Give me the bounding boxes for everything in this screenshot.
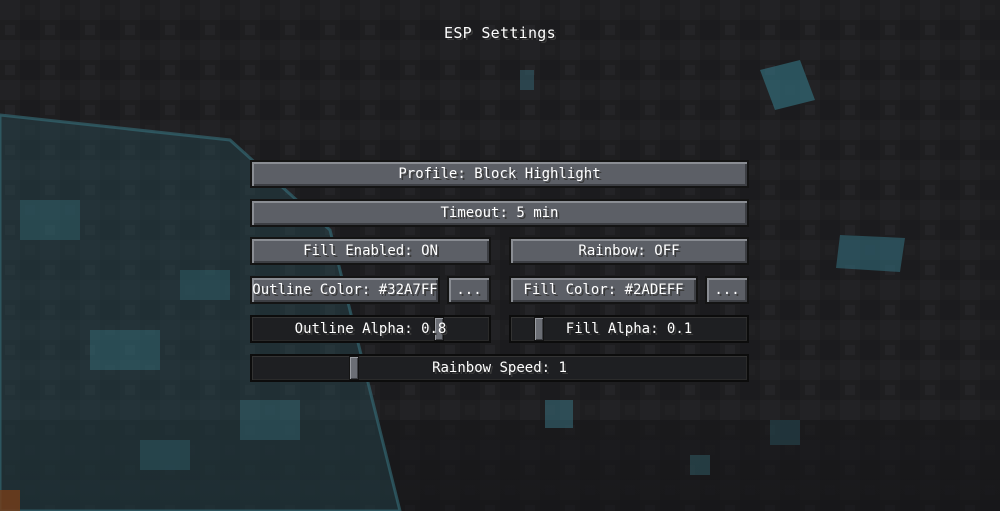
timeout-button[interactable]: Timeout: 5 min	[250, 199, 749, 227]
rainbow-speed-slider[interactable]: Rainbow Speed: 1	[250, 354, 749, 382]
background-dim-overlay	[0, 0, 1000, 511]
outline-alpha-slider[interactable]: Outline Alpha: 0.8	[250, 315, 491, 343]
fill-enabled-toggle[interactable]: Fill Enabled: ON	[250, 237, 491, 265]
rainbow-toggle[interactable]: Rainbow: OFF	[509, 237, 749, 265]
fill-alpha-label: Fill Alpha: 0.1	[565, 321, 693, 337]
esp-settings-screen: ESP Settings Profile: Block Highlight Ti…	[0, 0, 1000, 511]
screen-title: ESP Settings	[444, 24, 556, 42]
outline-alpha-label: Outline Alpha: 0.8	[294, 321, 447, 337]
outline-color-button[interactable]: Outline Color: #32A7FF	[250, 276, 440, 304]
fill-alpha-slider[interactable]: Fill Alpha: 0.1	[509, 315, 749, 343]
outline-color-picker-button[interactable]: ...	[447, 276, 491, 304]
rainbow-speed-label: Rainbow Speed: 1	[432, 360, 567, 376]
profile-button[interactable]: Profile: Block Highlight	[250, 160, 749, 188]
fill-color-picker-button[interactable]: ...	[705, 276, 749, 304]
fill-color-button[interactable]: Fill Color: #2ADEFF	[509, 276, 698, 304]
